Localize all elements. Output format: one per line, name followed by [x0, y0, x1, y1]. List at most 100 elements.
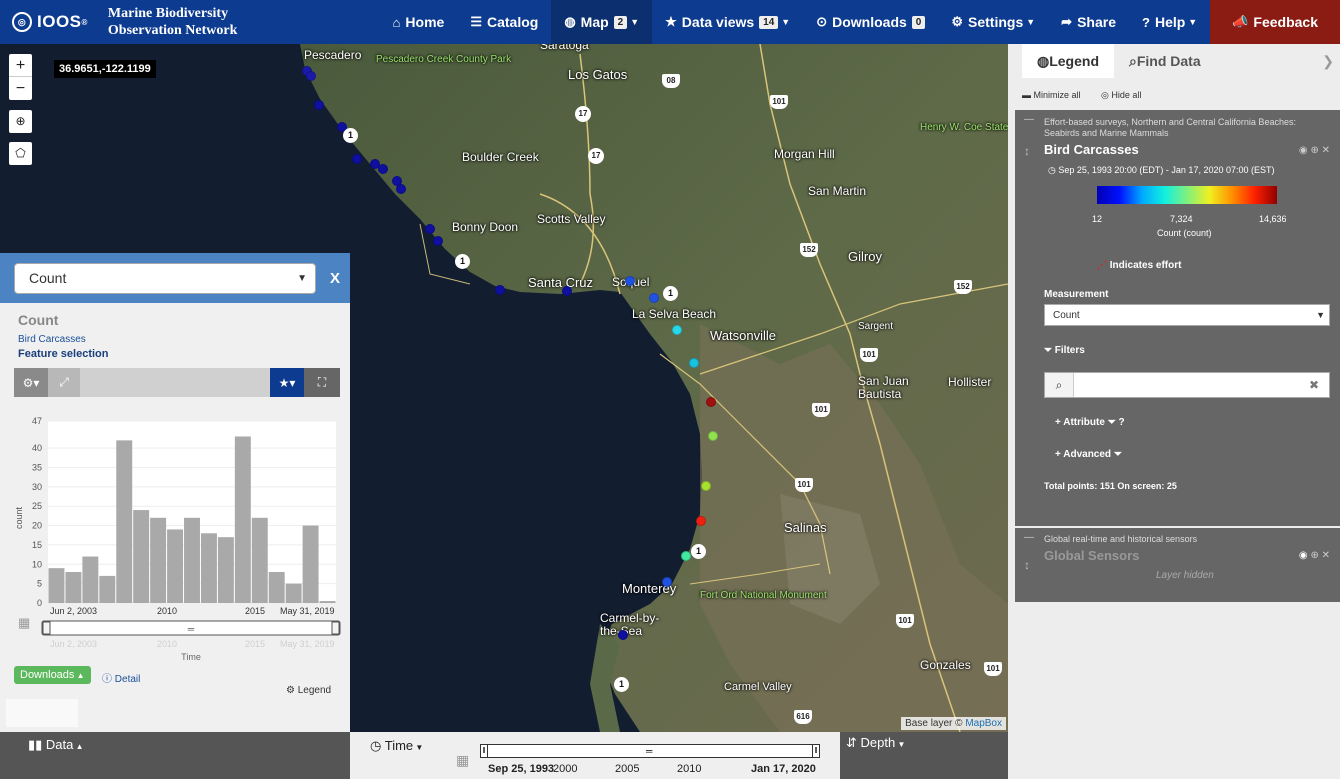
- observation-point[interactable]: [495, 285, 505, 295]
- fullscreen-button[interactable]: ⛶: [304, 368, 340, 397]
- chevron-down-icon: ▼: [1188, 17, 1198, 27]
- observation-point[interactable]: [378, 164, 388, 174]
- calendar-icon[interactable]: ▦: [456, 752, 469, 769]
- search-icon[interactable]: ⌕: [1045, 373, 1074, 397]
- observation-point[interactable]: [396, 184, 406, 194]
- legend-toggle[interactable]: ⚙ Legend: [286, 685, 331, 696]
- nav-home[interactable]: ⌂ Home: [380, 0, 458, 44]
- expand-button[interactable]: ⤢: [48, 368, 80, 397]
- point-cluster[interactable]: 1: [691, 544, 706, 559]
- observation-point[interactable]: [433, 236, 443, 246]
- detail-link[interactable]: ⓘ Detail: [102, 670, 140, 685]
- data-toggle[interactable]: ▮▮ Data ▲: [28, 737, 84, 753]
- hide-all-button[interactable]: ◎ Hide all: [1101, 90, 1141, 100]
- help-icon[interactable]: ?: [1118, 417, 1124, 428]
- time-range-slider[interactable]: ‖ ═ ‖: [480, 744, 820, 758]
- count-histogram[interactable]: 0 5 10 15 20 25 30 35 40 47 count Jun 2, 2003 2010 20…: [0, 403, 350, 673]
- zoom-out-button[interactable]: −: [9, 77, 32, 100]
- map-label-sargent: Sargent: [858, 321, 894, 332]
- nav-map[interactable]: ◍ Map 2 ▼: [551, 0, 653, 44]
- tab-legend[interactable]: ◍ Legend: [1022, 44, 1114, 78]
- remove-layer-icon[interactable]: ✕: [1322, 550, 1330, 561]
- map-label-gonzales: Gonzales: [920, 658, 971, 672]
- chart-layer-link[interactable]: Bird Carcasses: [18, 334, 350, 345]
- time-tick-2005: 2005: [615, 763, 640, 775]
- point-cluster[interactable]: 1: [663, 286, 678, 301]
- favorite-button[interactable]: ★▾: [270, 368, 304, 397]
- range-end-handle[interactable]: ‖: [812, 744, 820, 758]
- nav-share[interactable]: ➦ Share: [1048, 0, 1129, 44]
- map-label-gilroy: Gilroy: [848, 249, 882, 264]
- range-start-handle[interactable]: ‖: [480, 744, 488, 758]
- observation-point[interactable]: [314, 100, 324, 110]
- observation-point[interactable]: [701, 481, 711, 491]
- mapbox-link[interactable]: MapBox: [965, 718, 1002, 729]
- collapse-layer-icon[interactable]: —: [1024, 114, 1034, 125]
- observation-point[interactable]: [649, 293, 659, 303]
- minimize-all-button[interactable]: ▬ Minimize all: [1022, 90, 1081, 100]
- nav-help[interactable]: ? Help ▼: [1129, 0, 1210, 44]
- observation-point[interactable]: [706, 397, 716, 407]
- layer-card-global-sensors: — Global real-time and historical sensor…: [1015, 528, 1340, 602]
- observation-point[interactable]: [672, 325, 682, 335]
- attribute-filter-toggle[interactable]: + Attribute ⏷ ?: [1055, 417, 1125, 428]
- nav-catalog[interactable]: ☰ Catalog: [457, 0, 551, 44]
- observation-point[interactable]: [696, 516, 706, 526]
- advanced-filter-toggle[interactable]: + Advanced ⏷: [1055, 449, 1122, 460]
- ioos-logo[interactable]: ◎ IOOS ®: [12, 12, 88, 32]
- zoom-box-button[interactable]: ⊕: [9, 110, 32, 133]
- observation-point[interactable]: [425, 224, 435, 234]
- nav-settings[interactable]: ⚙ Settings ▼: [938, 0, 1048, 44]
- map-label-fort-ord: Fort Ord National Monument: [700, 590, 827, 601]
- draw-polygon-button[interactable]: ⬠: [9, 142, 32, 165]
- nav-map-label: Map: [580, 14, 609, 30]
- zoom-to-layer-icon[interactable]: ⊕: [1310, 550, 1318, 561]
- point-cluster[interactable]: 1: [455, 254, 470, 269]
- zoom-to-layer-icon[interactable]: ⊕: [1310, 145, 1318, 156]
- eye-slash-icon[interactable]: ◉: [1299, 145, 1308, 156]
- brand[interactable]: ◎ IOOS ® Marine Biodiversity Observation…: [0, 0, 380, 44]
- eye-icon[interactable]: ◉: [1299, 550, 1308, 561]
- feature-selection-link[interactable]: Feature selection: [18, 348, 350, 360]
- time-dropdown[interactable]: ◷ Time ▼: [370, 738, 423, 754]
- sort-depth-icon: ⇵: [846, 735, 861, 750]
- observation-point[interactable]: [625, 276, 635, 286]
- point-cluster[interactable]: 1: [614, 677, 629, 692]
- layer2-actions: ◉ ⊕ ✕: [1299, 550, 1330, 561]
- clear-search-icon[interactable]: ✖: [1309, 378, 1329, 392]
- depth-dropdown[interactable]: ⇵ Depth ▼: [846, 735, 905, 751]
- observation-point[interactable]: [618, 630, 628, 640]
- chart-settings-button[interactable]: ⚙▾: [14, 368, 48, 397]
- drag-handle-icon[interactable]: ↕: [1024, 144, 1030, 158]
- calendar-icon[interactable]: ▦: [18, 615, 30, 631]
- range-drag-grip[interactable]: ═: [646, 745, 652, 757]
- histogram-bar: [268, 572, 285, 603]
- y-tick-label: 0: [37, 598, 42, 608]
- observation-point[interactable]: [708, 431, 718, 441]
- drag-handle-icon[interactable]: ↕: [1024, 558, 1030, 572]
- downloads-button[interactable]: Downloads ▲: [14, 666, 91, 684]
- observation-point[interactable]: [662, 577, 672, 587]
- info-icon: ⓘ: [102, 674, 115, 685]
- collapse-layer-icon[interactable]: —: [1024, 532, 1034, 543]
- layer-measurement-select[interactable]: Count ▼: [1044, 304, 1330, 326]
- point-cluster[interactable]: 1: [343, 128, 358, 143]
- observation-point[interactable]: [306, 71, 316, 81]
- observation-point[interactable]: [562, 286, 572, 296]
- collapse-panel-icon[interactable]: ❯: [1322, 53, 1334, 70]
- observation-point[interactable]: [352, 154, 362, 164]
- observation-point[interactable]: [689, 358, 699, 368]
- map-label-santa-cruz: Santa Cruz: [528, 275, 594, 290]
- observation-point[interactable]: [681, 551, 691, 561]
- close-chart-button[interactable]: X: [330, 270, 340, 287]
- highway-shield: 101: [812, 403, 830, 417]
- measurement-select[interactable]: Count ▼: [14, 262, 316, 294]
- nav-feedback[interactable]: 📣 Feedback: [1210, 0, 1340, 44]
- zoom-in-button[interactable]: +: [9, 54, 32, 77]
- nav-downloads[interactable]: ⊙ Downloads 0: [803, 0, 938, 44]
- tab-find-data[interactable]: ⌕ Find Data: [1114, 44, 1216, 78]
- y-tick-label: 20: [32, 521, 42, 531]
- chart-toolbar-spacer: [80, 368, 270, 397]
- remove-layer-icon[interactable]: ✕: [1322, 145, 1330, 156]
- nav-data-views[interactable]: ★ Data views 14 ▼: [652, 0, 803, 44]
